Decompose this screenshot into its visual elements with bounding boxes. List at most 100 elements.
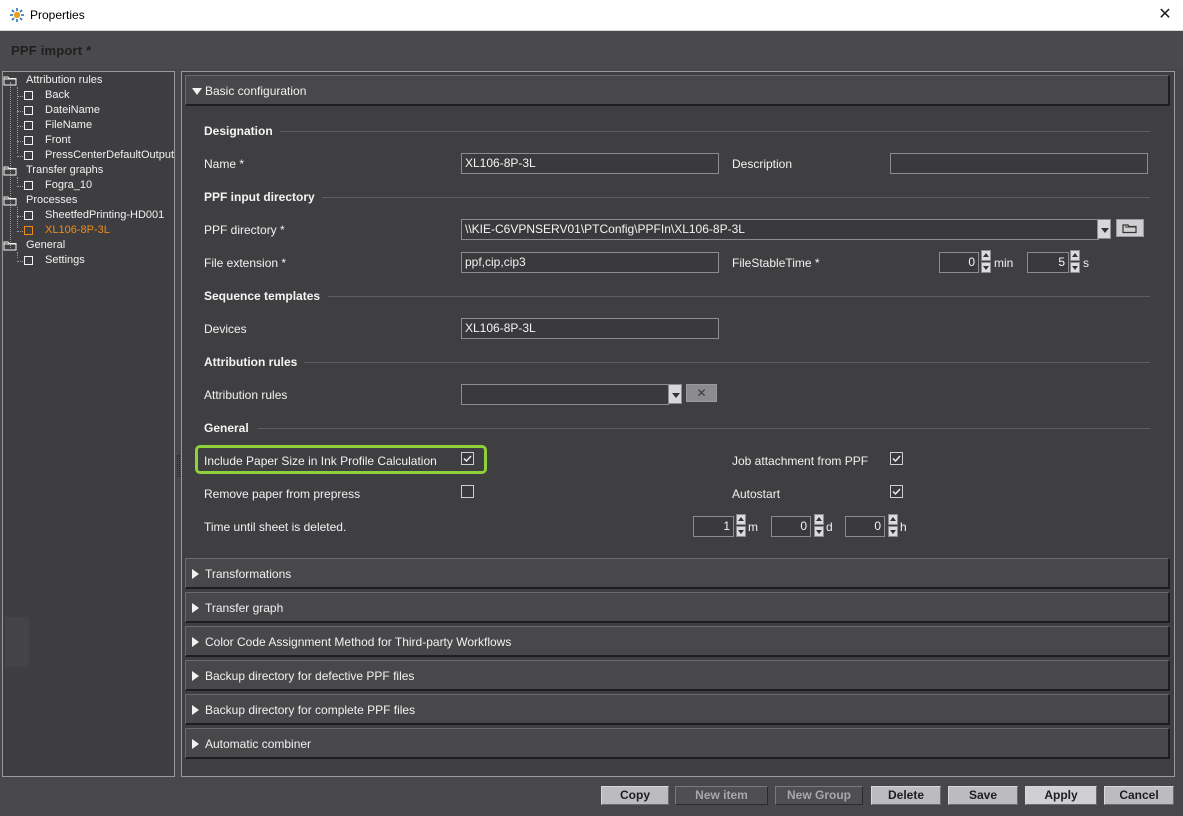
time-days-stepper[interactable] (814, 514, 824, 538)
tree-group-label: Transfer graphs (26, 164, 104, 176)
section-backup-complete[interactable]: Backup directory for complete PPF files (185, 694, 1170, 725)
stepper-down-icon[interactable] (1070, 262, 1080, 273)
stepper-up-icon[interactable] (814, 514, 824, 525)
tree-item-icon (24, 256, 33, 265)
tree-item-icon (24, 181, 33, 190)
stepper-up-icon[interactable] (1070, 250, 1080, 261)
properties-window: PPF import * Attribution rules Back Date… (0, 31, 1183, 816)
new-item-button[interactable]: New item (675, 786, 768, 805)
section-color-code-assignment[interactable]: Color Code Assignment Method for Third-p… (185, 626, 1170, 657)
section-automatic-combiner[interactable]: Automatic combiner (185, 728, 1170, 759)
tree-connector (17, 126, 23, 127)
minutes-unit-label: m (748, 520, 758, 534)
clear-attribution-button[interactable]: ✕ (686, 384, 717, 402)
devices-label: Devices (204, 322, 247, 336)
name-label: Name * (204, 157, 245, 171)
group-divider (258, 428, 1150, 429)
time-hours-stepper[interactable] (888, 514, 898, 538)
time-minutes-stepper[interactable] (736, 514, 746, 538)
save-button[interactable]: Save (948, 786, 1018, 805)
tree-item-fogra-10[interactable]: Fogra_10 (3, 178, 173, 193)
stepper-up-icon[interactable] (981, 250, 991, 261)
section-transformations[interactable]: Transformations (185, 558, 1170, 589)
tree-item-label: DateiName (45, 104, 101, 116)
tree-item-label: FileName (45, 119, 93, 131)
remove-paper-checkbox[interactable] (461, 485, 474, 498)
job-attachment-checkbox[interactable] (890, 452, 903, 465)
tree-item-presscenterdefaultoutput[interactable]: PressCenterDefaultOutput (3, 148, 174, 163)
tree-item-icon (24, 151, 33, 160)
name-input[interactable]: XL106-8P-3L (461, 153, 719, 174)
time-minutes-input[interactable]: 1 (693, 516, 734, 537)
section-label: Automatic combiner (205, 737, 312, 751)
job-attachment-label: Job attachment from PPF (732, 454, 869, 468)
attribution-rules-select[interactable] (461, 384, 669, 405)
section-transfer-graph[interactable]: Transfer graph (185, 592, 1170, 623)
tree-item-xl106-8p-3l[interactable]: XL106-8P-3L (3, 223, 173, 238)
tree-item-front[interactable]: Front (3, 133, 173, 148)
tree-item-filename[interactable]: FileName (3, 118, 173, 133)
file-extension-input[interactable]: ppf,cip,cip3 (461, 252, 719, 273)
devices-input[interactable]: XL106-8P-3L (461, 318, 719, 339)
cancel-button[interactable]: Cancel (1104, 786, 1174, 805)
tree-group-attribution-rules[interactable]: Attribution rules (3, 73, 173, 88)
tree-group-label: General (26, 239, 66, 251)
tree-item-settings[interactable]: Settings (3, 253, 173, 268)
stepper-down-icon[interactable] (814, 526, 824, 537)
description-input[interactable] (890, 153, 1148, 174)
folder-open-icon (3, 241, 17, 251)
apply-button[interactable]: Apply (1025, 786, 1097, 805)
chevron-down-icon[interactable] (668, 384, 682, 404)
new-group-button[interactable]: New Group (775, 786, 863, 805)
close-icon[interactable]: ✕ (1147, 0, 1183, 30)
file-extension-label: File extension * (204, 256, 287, 270)
tree-group-processes[interactable]: Processes (3, 193, 173, 208)
main-panel: Basic configuration Designation Name * X… (181, 71, 1175, 777)
tree-item-dateiname[interactable]: DateiName (3, 103, 173, 118)
delete-button[interactable]: Delete (871, 786, 941, 805)
group-divider (280, 131, 1150, 132)
tree-group-general[interactable]: General (3, 238, 173, 253)
filestabletime-sec-stepper[interactable] (1070, 250, 1080, 274)
time-days-input[interactable]: 0 (771, 516, 811, 537)
tree-group-transfer-graphs[interactable]: Transfer graphs (3, 163, 173, 178)
expand-right-icon (192, 637, 199, 647)
days-unit-label: d (826, 520, 833, 534)
description-label: Description (732, 157, 793, 171)
section-label: Backup directory for defective PPF files (205, 669, 415, 683)
stepper-down-icon[interactable] (736, 526, 746, 537)
tree-scroll-area (5, 617, 29, 667)
splitter-grip-icon[interactable] (177, 455, 180, 477)
browse-folder-button[interactable] (1116, 219, 1144, 237)
section-basic-configuration[interactable]: Basic configuration (185, 75, 1170, 106)
tree-item-back[interactable]: Back (3, 88, 173, 103)
copy-button[interactable]: Copy (601, 786, 669, 805)
autostart-checkbox[interactable] (890, 485, 903, 498)
folder-open-icon (3, 196, 17, 206)
stepper-up-icon[interactable] (736, 514, 746, 525)
filestabletime-min-input[interactable]: 0 (939, 252, 979, 273)
tree-item-icon (24, 121, 33, 130)
folder-open-icon (3, 76, 17, 86)
section-label: Transfer graph (205, 601, 284, 615)
section-backup-defective[interactable]: Backup directory for defective PPF files (185, 660, 1170, 691)
tree-item-label: Back (45, 89, 70, 101)
time-hours-input[interactable]: 0 (845, 516, 885, 537)
filestabletime-sec-input[interactable]: 5 (1027, 252, 1069, 273)
tree-item-sheetfedprinting-hd001[interactable]: SheetfedPrinting-HD001 (3, 208, 173, 223)
chevron-down-icon[interactable] (1097, 219, 1111, 239)
ppf-directory-select[interactable]: \\KIE-C6VPNSERV01\PTConfig\PPFIn\XL106-8… (461, 219, 1099, 240)
tree-connector (17, 111, 23, 112)
group-title-general: General (204, 421, 249, 435)
stepper-down-icon[interactable] (888, 526, 898, 537)
filestabletime-min-stepper[interactable] (981, 250, 991, 274)
group-divider (304, 362, 1150, 363)
autostart-label: Autostart (732, 487, 781, 501)
group-title-ppf-input-directory: PPF input directory (204, 190, 315, 204)
page-title: PPF import * (11, 43, 92, 58)
group-divider (328, 296, 1150, 297)
stepper-up-icon[interactable] (888, 514, 898, 525)
expand-right-icon (192, 739, 199, 749)
stepper-down-icon[interactable] (981, 262, 991, 273)
tree-connector (17, 231, 23, 232)
